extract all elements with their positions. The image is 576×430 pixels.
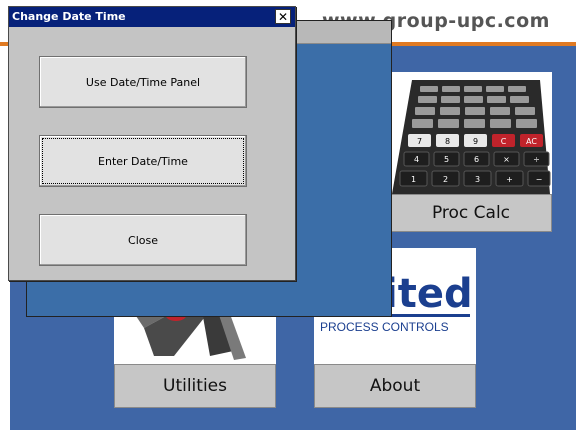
about-label[interactable]: About bbox=[314, 364, 476, 408]
svg-text:7: 7 bbox=[417, 137, 422, 146]
use-date-time-panel-button[interactable]: Use Date/Time Panel bbox=[39, 56, 247, 108]
svg-text:1: 1 bbox=[411, 175, 416, 184]
utilities-label[interactable]: Utilities bbox=[114, 364, 276, 408]
svg-text:5: 5 bbox=[444, 155, 449, 164]
svg-text:C: C bbox=[501, 137, 507, 146]
company-logo-text: ited bbox=[384, 271, 473, 317]
calculator-icon: 7 8 9 C AC 4 5 6 × ÷ 1 2 3 + − bbox=[390, 72, 552, 194]
svg-text:×: × bbox=[503, 155, 510, 164]
dialog-titlebar: Change Date Time ✕ bbox=[9, 7, 295, 27]
svg-text:4: 4 bbox=[414, 155, 419, 164]
svg-text:6: 6 bbox=[474, 155, 479, 164]
proc-calc-tile[interactable]: 7 8 9 C AC 4 5 6 × ÷ 1 2 3 + − bbox=[390, 72, 552, 194]
svg-text:8: 8 bbox=[445, 137, 450, 146]
proc-calc-label[interactable]: Proc Calc bbox=[390, 194, 552, 232]
close-button[interactable]: Close bbox=[39, 214, 247, 266]
enter-date-time-button[interactable]: Enter Date/Time bbox=[39, 135, 247, 187]
svg-text:2: 2 bbox=[443, 175, 448, 184]
svg-text:AC: AC bbox=[526, 137, 537, 146]
dialog-title: Change Date Time bbox=[12, 10, 126, 23]
svg-text:÷: ÷ bbox=[533, 155, 540, 164]
svg-text:+: + bbox=[506, 175, 513, 184]
change-date-time-dialog: Change Date Time ✕ Use Date/Time Panel E… bbox=[8, 6, 296, 281]
svg-text:9: 9 bbox=[473, 137, 478, 146]
close-icon[interactable]: ✕ bbox=[275, 9, 291, 24]
company-logo-subtext: PROCESS CONTROLS bbox=[320, 320, 449, 334]
svg-text:3: 3 bbox=[475, 175, 480, 184]
svg-text:−: − bbox=[536, 175, 543, 184]
